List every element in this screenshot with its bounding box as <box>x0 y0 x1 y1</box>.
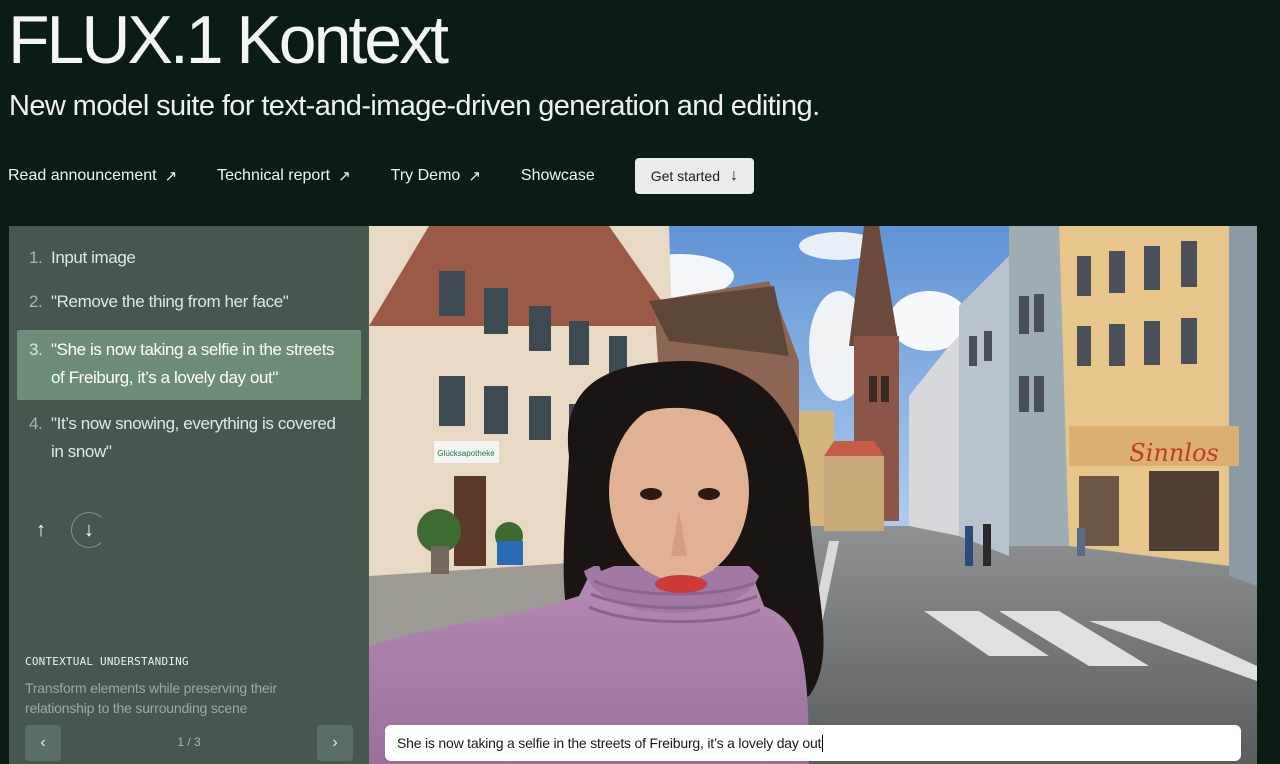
page-title: FLUX.1 Kontext <box>8 2 449 78</box>
steps-panel: 1. Input image 2. "Remove the thing from… <box>9 226 369 764</box>
feature-description: Transform elements while preserving thei… <box>25 680 277 716</box>
top-nav: Read announcement ↗ Technical report ↗ T… <box>8 158 754 194</box>
step-text: "Remove the thing from her face" <box>51 292 289 311</box>
chevron-right-icon: › <box>332 734 338 751</box>
previous-step-button[interactable]: ↑ <box>23 512 59 548</box>
step-text: "She is now taking a selfie in the stree… <box>51 340 335 387</box>
next-step-button[interactable]: ↓ <box>71 512 107 548</box>
arrow-down-icon: ↓ <box>84 518 94 541</box>
try-demo-link[interactable]: Try Demo ↗ <box>391 167 481 185</box>
pager-count: 1 / 3 <box>177 735 201 749</box>
step-number: 2. <box>29 292 43 311</box>
step-text: Input image <box>51 248 136 267</box>
showcase-pager: ‹ 1 / 3 › <box>25 725 353 761</box>
arrow-up-right-icon: ↗ <box>164 168 178 185</box>
page-subtitle: New model suite for text-and-image-drive… <box>9 90 820 122</box>
step-number: 4. <box>29 414 43 433</box>
step-item-remove[interactable]: 2. "Remove the thing from her face" <box>17 286 361 322</box>
feature-label: CONTEXTUAL UNDERSTANDING <box>25 655 189 668</box>
arrow-up-right-icon: ↗ <box>468 168 481 185</box>
step-text: "It’s now snowing, everything is covered… <box>51 414 336 461</box>
prompt-input[interactable]: She is now taking a selfie in the street… <box>385 725 1241 761</box>
step-number: 3. <box>29 340 43 359</box>
pharmacy-sign: Glücksapotheke <box>437 449 495 458</box>
nav-link-label: Showcase <box>520 167 595 184</box>
step-item-selfie[interactable]: 3. "She is now taking a selfie in the st… <box>17 330 361 400</box>
arrow-down-icon: ↓ <box>729 167 738 184</box>
technical-report-link[interactable]: Technical report ↗ <box>217 167 351 185</box>
step-item-input-image[interactable]: 1. Input image <box>17 242 361 278</box>
step-navigation: ↑ ↓ <box>23 512 107 548</box>
nav-link-label: Try Demo <box>390 167 461 184</box>
text-caret <box>822 734 824 752</box>
arrow-up-icon: ↑ <box>36 518 46 541</box>
street-scene-illustration: Glücksapotheke Sinnlos <box>369 226 1257 764</box>
nav-link-label: Technical report <box>217 167 331 184</box>
get-started-label: Get started <box>650 168 720 184</box>
step-item-snowing[interactable]: 4. "It’s now snowing, everything is cove… <box>17 408 361 472</box>
pager-next-button[interactable]: › <box>317 725 353 761</box>
arrow-up-right-icon: ↗ <box>338 168 351 185</box>
read-announcement-link[interactable]: Read announcement ↗ <box>8 167 177 185</box>
get-started-button[interactable]: Get started ↓ <box>634 158 754 194</box>
nav-link-label: Read announcement <box>8 167 157 184</box>
prompt-text: She is now taking a selfie in the street… <box>397 735 822 751</box>
step-list: 1. Input image 2. "Remove the thing from… <box>17 242 361 480</box>
result-image: Glücksapotheke Sinnlos She is now taking… <box>369 226 1257 764</box>
step-number: 1. <box>29 248 43 267</box>
showcase-link[interactable]: Showcase <box>521 167 595 185</box>
shop-sign: Sinnlos <box>1129 439 1218 467</box>
